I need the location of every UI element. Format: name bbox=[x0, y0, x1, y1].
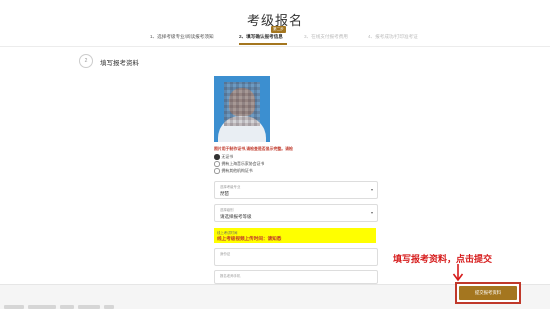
major-value: 琵琶 bbox=[220, 190, 229, 196]
exam-time-label: 线上考试时间 bbox=[217, 231, 238, 235]
id-card-label: 身份证 bbox=[220, 252, 231, 256]
step-3: 3、在线支付报考费用 bbox=[304, 34, 348, 39]
applicant-photo[interactable] bbox=[214, 76, 270, 142]
major-select[interactable]: 选择考级专业 琵琶 ▾ bbox=[214, 181, 378, 199]
step-progress: 1、选择考级专业/阅读报考须知 2、填写确认报考信息 第二步 3、在线支付报考费… bbox=[150, 26, 430, 45]
radio-no-certificate[interactable]: 无证书 bbox=[214, 154, 233, 160]
instruction-annotation: 填写报考资料，点击提交 bbox=[393, 254, 493, 264]
section-title: 填写报考资料 bbox=[100, 60, 139, 67]
radio-label: 无证书 bbox=[221, 154, 234, 159]
exam-time-value: 线上考级视频上传时间：请知悉 bbox=[217, 235, 282, 241]
step-4: 4、报考成功/打印准考证 bbox=[368, 34, 418, 39]
radio-music-association-certificate[interactable]: 拥有上海音乐家协会证书 bbox=[214, 161, 264, 167]
radio-label: 拥有上海音乐家协会证书 bbox=[221, 161, 265, 166]
level-select[interactable]: 选择级别 请选择报考等级 ▾ bbox=[214, 204, 378, 222]
major-label: 选择考级专业 bbox=[220, 185, 241, 189]
step-2: 2、填写确认报考信息 bbox=[239, 34, 283, 39]
level-label: 选择级别 bbox=[220, 208, 234, 212]
radio-other-certificate[interactable]: 拥有其他机构证书 bbox=[214, 168, 253, 174]
exam-time-notice: 线上考试时间 线上考级视频上传时间：请知悉 bbox=[214, 228, 376, 243]
step-1: 1、选择考级专业/阅读报考须知 bbox=[150, 34, 214, 39]
current-step-badge: 第二步 bbox=[271, 26, 286, 33]
submit-button[interactable]: 提交报考资料 bbox=[459, 286, 517, 300]
teacher-phone-label: 报名老师手机 bbox=[220, 274, 241, 278]
chevron-down-icon: ▾ bbox=[370, 210, 373, 215]
teacher-phone-field[interactable]: 报名老师手机 bbox=[214, 270, 378, 284]
step-active-underline bbox=[239, 43, 287, 45]
radio-checked-icon bbox=[214, 154, 220, 160]
header-divider bbox=[0, 46, 550, 47]
photo-mosaic bbox=[224, 82, 260, 126]
chevron-down-icon: ▾ bbox=[370, 187, 373, 192]
section-number: 2 bbox=[79, 54, 93, 68]
footer-blurred-text bbox=[4, 296, 184, 309]
radio-label: 拥有其他机构证书 bbox=[221, 168, 253, 173]
radio-unchecked-icon bbox=[214, 168, 220, 174]
arrow-down-icon bbox=[452, 264, 464, 282]
id-card-field[interactable]: 身份证 bbox=[214, 248, 378, 266]
photo-note: 照片用于制作证书,请检查是否显示完整。请检 bbox=[214, 146, 293, 151]
level-value: 请选择报考等级 bbox=[220, 213, 252, 219]
radio-unchecked-icon bbox=[214, 161, 220, 167]
